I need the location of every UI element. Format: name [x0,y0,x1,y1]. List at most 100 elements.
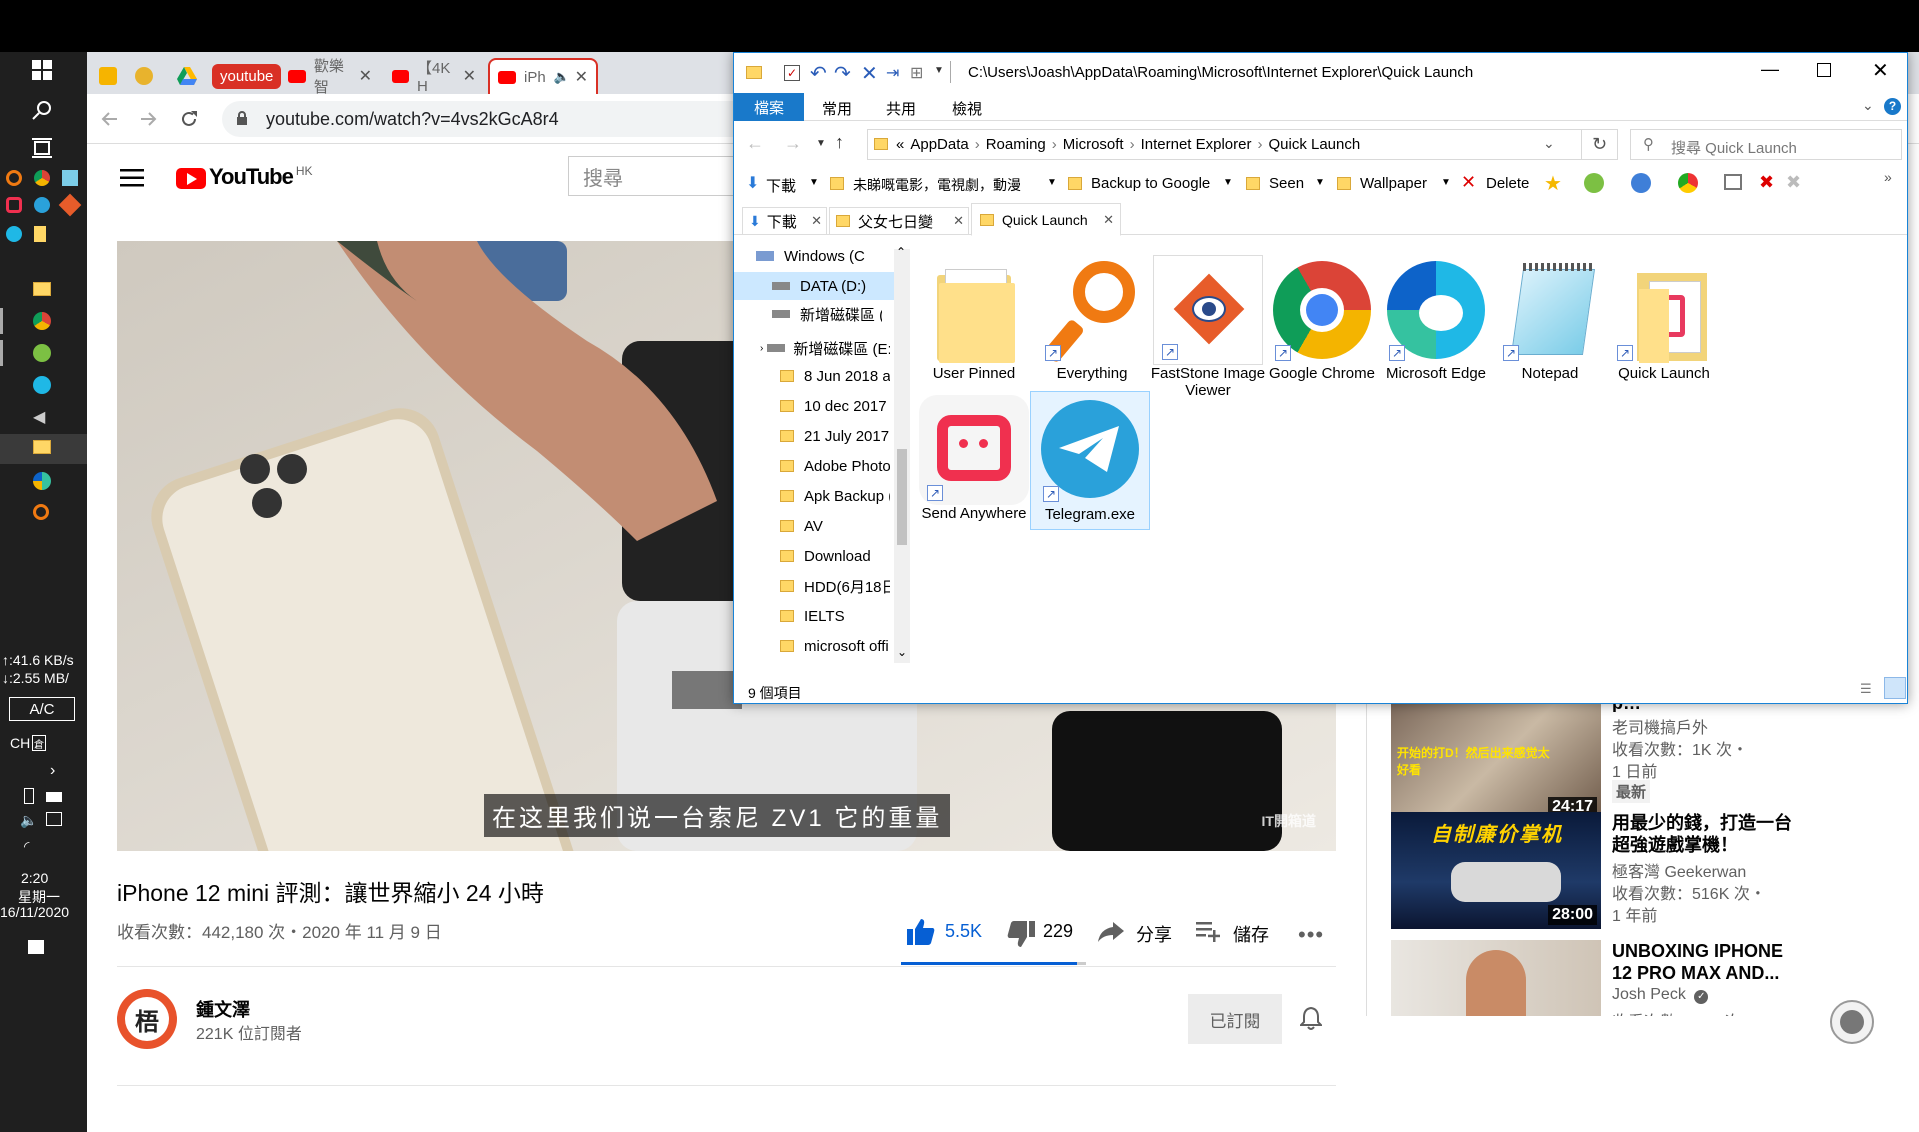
more-actions-icon[interactable]: ••• [1298,922,1324,948]
tab-keep[interactable] [87,58,127,94]
save-button[interactable]: 儲存 [1233,921,1269,947]
file-microsoft-edge[interactable]: ↗ Microsoft Edge [1376,255,1496,382]
telegram-icon[interactable] [34,197,50,213]
faststone-icon[interactable] [58,193,82,217]
hamburger-menu-icon[interactable] [120,169,144,187]
rename-icon[interactable]: ⇥ [886,63,899,83]
remove-icon[interactable]: ✖ [1759,172,1774,193]
delete-x-icon[interactable]: ✕ [861,61,878,86]
overflow-chevron-icon[interactable]: » [1884,169,1892,185]
save-playlist-icon[interactable] [1196,922,1222,942]
close-tab-icon[interactable]: ✕ [953,213,964,229]
dropdown-icon[interactable]: ▼ [1441,177,1451,188]
file-send-anywhere[interactable]: ↗ Send Anywhere [914,395,1034,522]
file-notepad[interactable]: ↗ Notepad [1490,255,1610,382]
up-arrow-icon[interactable]: ↑ [835,132,844,153]
tree-item-folder[interactable]: microsoft offi [780,632,890,660]
file-explorer-icon[interactable] [33,440,51,454]
youtube-logo[interactable]: YouTube HK [176,164,313,190]
search-icon[interactable] [32,100,52,120]
large-icons-view-icon[interactable] [1884,677,1906,699]
close-window-icon[interactable]: ✕ [1872,58,1889,83]
send-anywhere-icon[interactable] [6,197,22,213]
view-grid-icon[interactable]: ⊞ [910,63,923,83]
tab-youtube-2[interactable]: 【4K H ✕ [384,58,484,95]
window-copy-icon[interactable] [1724,174,1742,190]
rec-thumbnail[interactable]: 自制廉价掌机 28:00 [1391,812,1601,929]
close-tab-icon[interactable]: ✕ [463,66,476,86]
dropdown-icon[interactable]: ▼ [1223,177,1233,188]
power-status[interactable]: A/C [9,697,75,721]
file-faststone[interactable]: ↗ FastStone Image Viewer [1148,255,1268,399]
chrome-icon[interactable] [33,312,51,330]
tree-item-folder[interactable]: 8 Jun 2018 ap [780,362,890,390]
tree-item-drive-e[interactable]: 新增磁碟區 (E [772,300,882,328]
windows-start-icon[interactable] [32,60,52,80]
battery-icon[interactable] [46,792,62,802]
qat-dropdown-icon[interactable]: ▼ [934,65,944,76]
ribbon-tab-share[interactable]: 共用 [886,98,916,119]
tab-youtube-active[interactable]: iPh 🔈 ✕ [488,58,598,94]
dislike-count[interactable]: 229 [1043,921,1073,942]
scrollbar-thumb[interactable] [897,449,907,545]
folder-tab-quick-launch-active[interactable]: Quick Launch ✕ [971,203,1121,236]
tree-item-folder[interactable]: HDD(6月18日 [780,572,890,600]
rec-thumbnail[interactable] [1391,940,1601,1016]
channel-name[interactable]: 鍾文澤 [196,996,250,1022]
help-icon[interactable]: ? [1884,98,1901,115]
folder-tab-movie[interactable]: 父女七日變 ✕ [829,207,969,235]
tree-item-folder[interactable]: Adobe Photo [780,452,890,480]
close-tab-icon[interactable]: ✕ [575,67,588,87]
clock-time[interactable]: 2:20 [21,870,48,886]
address-breadcrumb-box[interactable]: « AppData › Roaming › Microsoft › Internet … [867,129,1582,160]
thumbs-up-icon[interactable] [906,918,936,946]
usb-icon[interactable] [24,788,34,804]
close-tab-icon[interactable]: ✕ [359,66,372,86]
favorite-wallpaper[interactable]: Wallpaper [1360,175,1427,192]
forward-arrow-icon[interactable]: → [784,133,802,154]
browser-globe-icon[interactable] [1584,173,1604,193]
expand-chevron-icon[interactable]: › [760,343,763,354]
dropdown-icon[interactable]: ▼ [1047,177,1057,188]
nav-pane-scrollbar[interactable]: ⌃ ⌄ [894,245,910,663]
favorite-downloads[interactable]: 下載 [766,175,796,196]
photos-icon[interactable] [33,472,51,490]
favorite-delete[interactable]: Delete [1486,175,1529,192]
wifi-icon[interactable]: ◜ [24,838,29,855]
speaker-icon[interactable]: ◀ [33,407,45,427]
audio-playing-icon[interactable]: 🔈 [554,69,570,85]
tree-item-folder[interactable]: IELTS [780,602,890,630]
tab-app[interactable] [127,58,167,94]
folder-icon[interactable] [34,226,46,242]
tree-item-folder[interactable]: 21 July 2017 [780,422,890,450]
share-button[interactable]: 分享 [1136,921,1172,947]
file-quick-launch[interactable]: ↗ Quick Launch [1604,255,1724,382]
tab-drive[interactable] [169,58,209,94]
folder-tab-downloads[interactable]: ⬇ 下載 ✕ [742,207,827,235]
rec-channel[interactable]: 極客灣 Geekerwan [1612,858,1746,882]
favorite-backup-google[interactable]: Backup to Google [1091,175,1210,192]
channel-avatar[interactable]: 梧 [117,989,177,1049]
rec-channel[interactable]: Josh Peck ✓ [1612,986,1709,1004]
tab-group-youtube[interactable]: youtube [212,58,282,94]
torrent-icon[interactable] [33,344,51,362]
display-icon[interactable] [46,812,62,826]
tree-item-folder[interactable]: 10 dec 2017 [780,392,890,420]
rec-title[interactable]: UNBOXING IPHONE 12 PRO MAX AND... [1612,940,1802,984]
task-view-icon[interactable] [32,138,52,158]
file-everything[interactable]: ↗ Everything [1032,255,1152,382]
tab-youtube-1[interactable]: 歡樂智 ✕ [280,58,380,96]
maximize-icon[interactable] [1817,63,1831,77]
input-language[interactable]: CH [10,735,30,751]
tree-item-folder[interactable]: Apk Backup ( [780,482,890,510]
minimize-icon[interactable]: — [1761,59,1779,80]
file-explorer-icon[interactable] [33,282,51,296]
dropdown-icon[interactable]: ▼ [1315,177,1325,188]
rec-channel[interactable]: 老司機搞戶外 [1612,714,1708,738]
forward-arrow-icon[interactable] [139,110,157,128]
rec-title[interactable]: 用最少的錢，打造一台超強遊戲掌機！ [1612,812,1802,856]
show-hidden-icons-chevron-icon[interactable]: › [50,762,55,780]
dropdown-icon[interactable]: ▼ [809,177,819,188]
ime-icon[interactable]: 倉 [32,735,46,751]
tree-item-folder[interactable]: AV [780,512,890,540]
